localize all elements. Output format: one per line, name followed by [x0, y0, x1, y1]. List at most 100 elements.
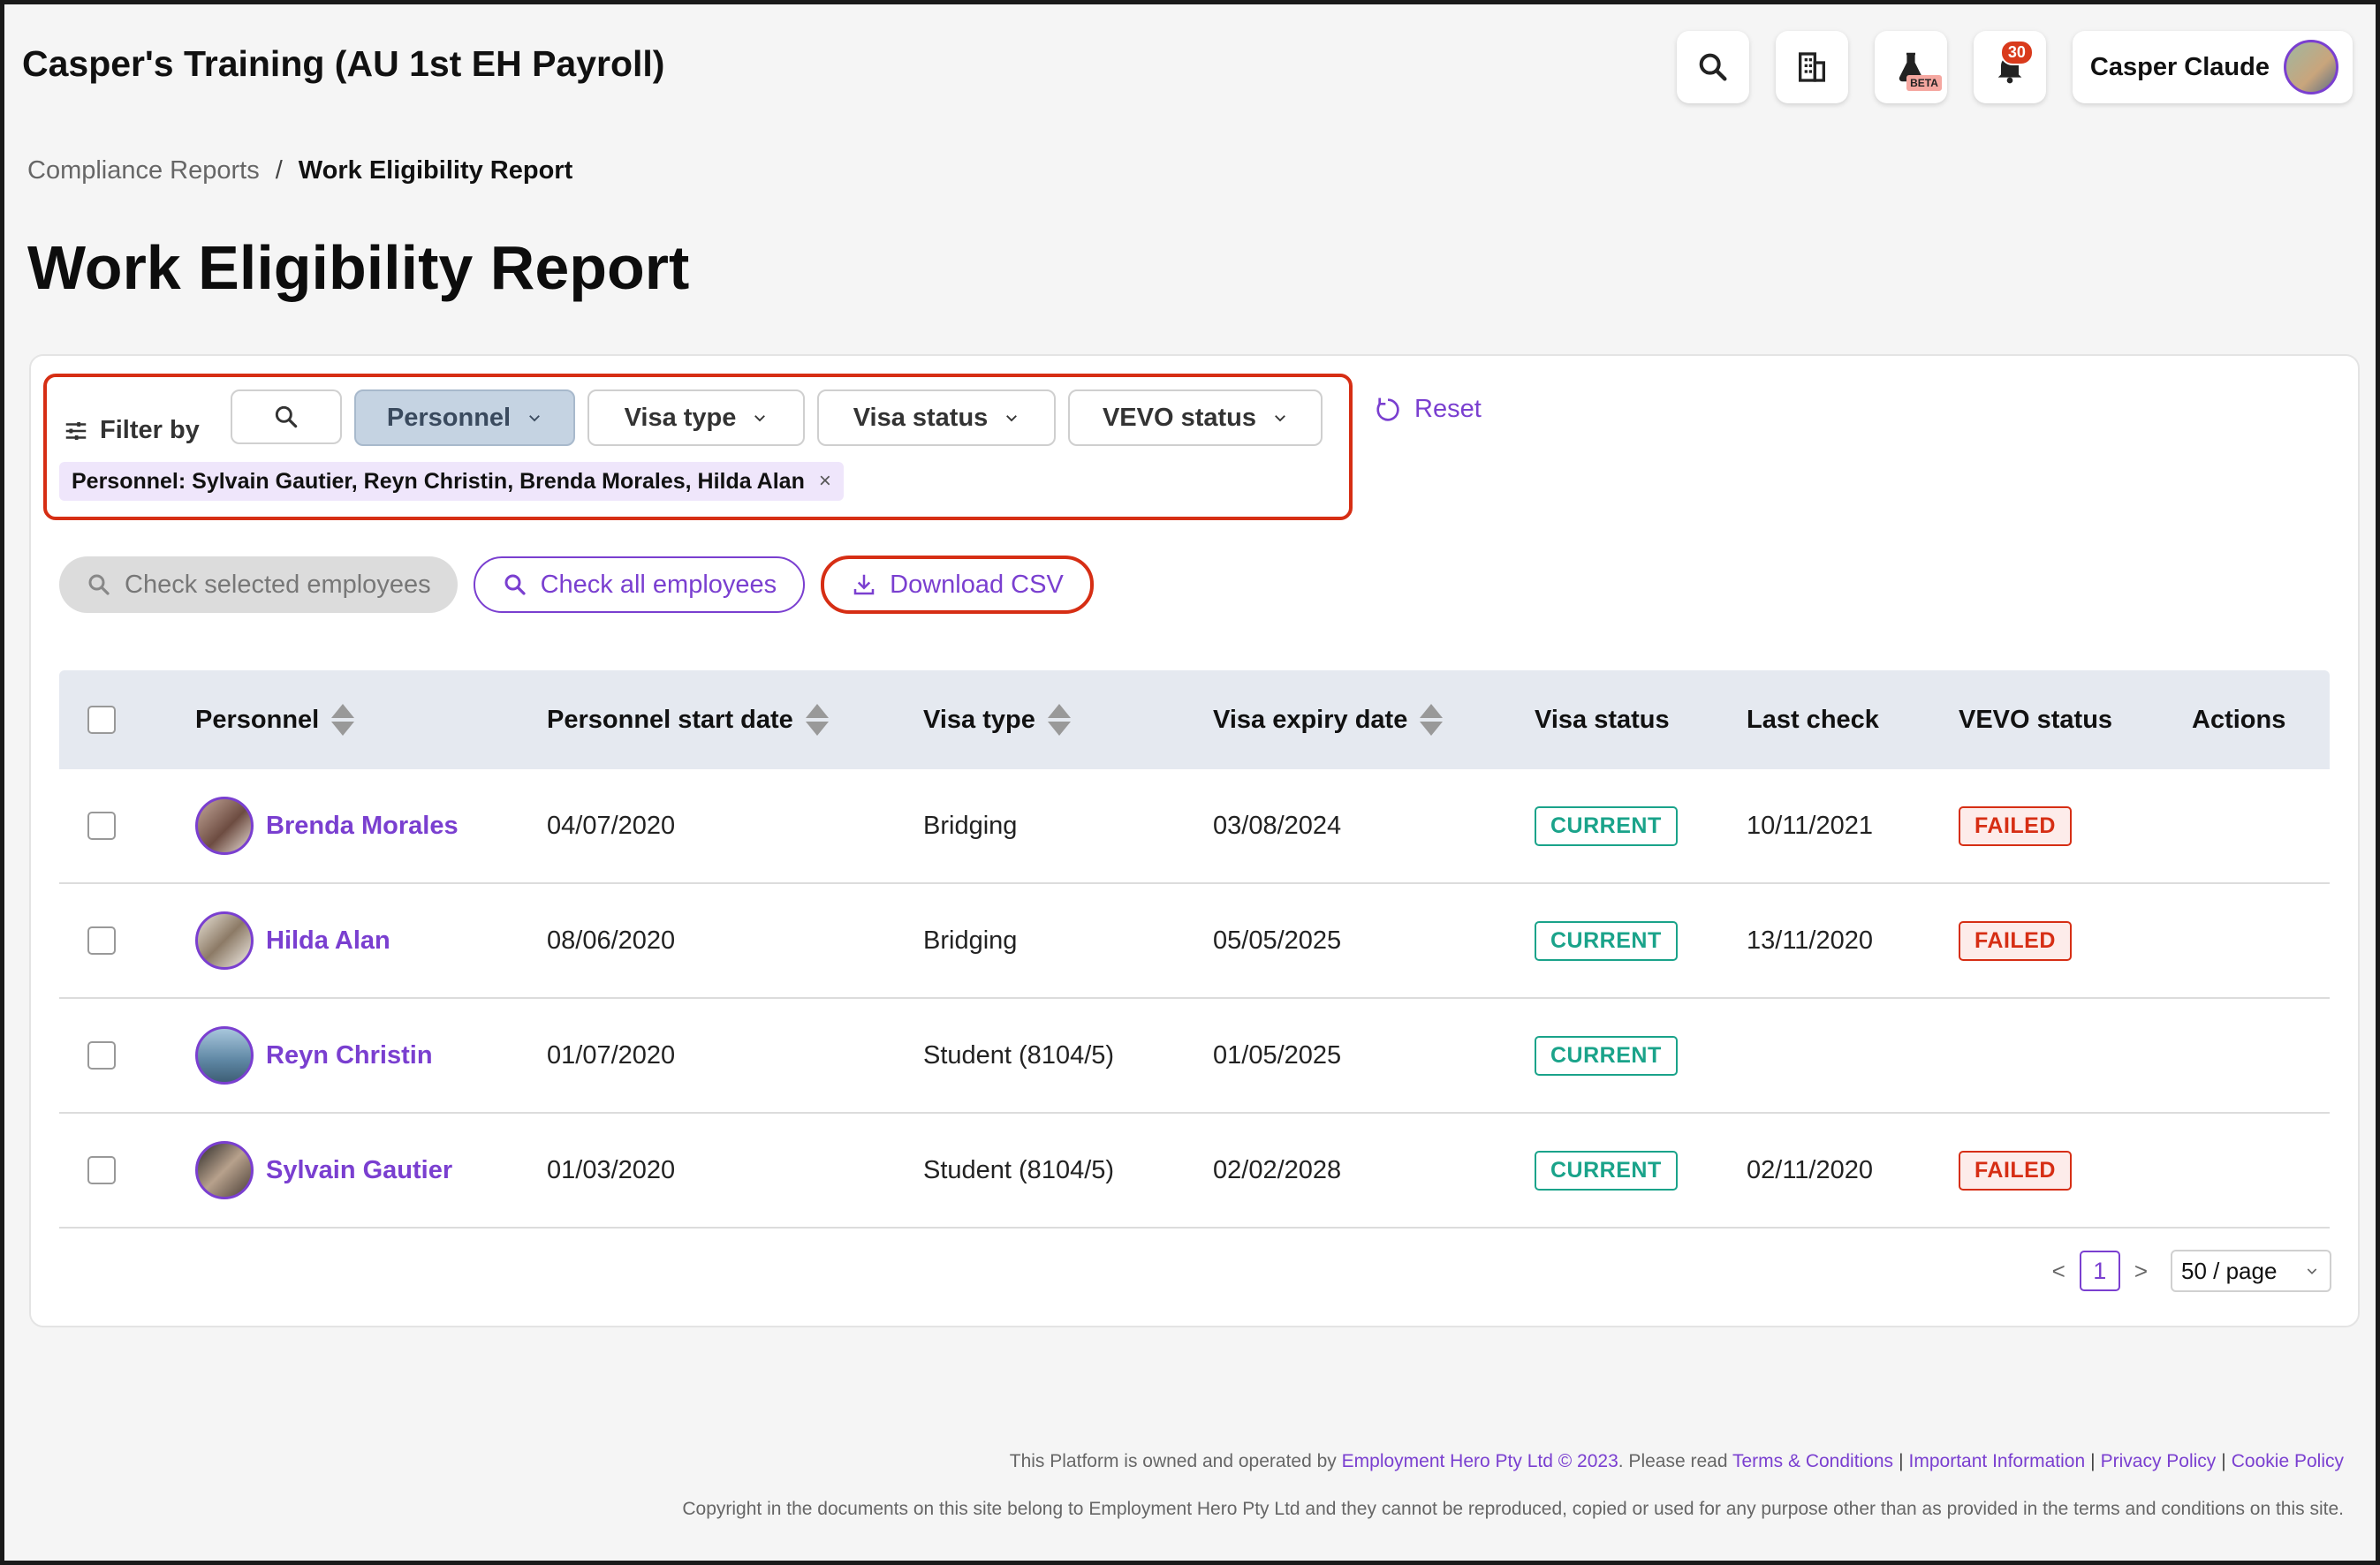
beta-badge: BETA	[1906, 75, 1942, 91]
start-date-cell: 01/03/2020	[547, 1155, 676, 1184]
filter-visa-status-dropdown[interactable]: Visa status	[817, 389, 1056, 446]
active-filter-chip-text: Personnel: Sylvain Gautier, Reyn Christi…	[72, 468, 805, 494]
breadcrumb: Compliance Reports / Work Eligibility Re…	[27, 156, 572, 185]
visa-expiry-cell: 03/08/2024	[1213, 811, 1342, 840]
footer-terms-link[interactable]: Terms & Conditions	[1732, 1451, 1893, 1471]
report-card: Filter by Personnel Visa type Visa statu…	[29, 354, 2360, 1327]
personnel-cell: Brenda Morales	[195, 797, 459, 855]
row-checkbox[interactable]	[87, 926, 116, 955]
action-row: Check selected employees Check all emplo…	[59, 556, 1110, 614]
row-checkbox[interactable]	[87, 1156, 116, 1184]
footer-company-link[interactable]: Employment Hero Pty Ltd © 2023	[1342, 1451, 1618, 1471]
search-icon	[275, 405, 298, 428]
column-header-visa-type[interactable]: Visa type	[923, 704, 1071, 736]
sort-icon[interactable]	[1047, 704, 1071, 736]
footer-copyright: Copyright in the documents on this site …	[682, 1499, 2344, 1519]
pagination: < 1 > 50 / page	[2038, 1250, 2331, 1292]
page-1-button[interactable]: 1	[2079, 1251, 2120, 1291]
table-row: Reyn Christin 01/07/2020 Student (8104/5…	[59, 999, 2330, 1114]
personnel-cell: Reyn Christin	[195, 1026, 433, 1085]
column-header-visa-status: Visa status	[1535, 705, 1670, 734]
visa-status-badge: CURRENT	[1535, 1150, 1678, 1191]
row-checkbox[interactable]	[87, 1041, 116, 1070]
column-header-label: Personnel	[195, 705, 320, 734]
row-checkbox[interactable]	[87, 812, 116, 840]
organisation-button[interactable]	[1775, 31, 1848, 103]
filter-search-button[interactable]	[231, 389, 342, 444]
sort-icon[interactable]	[1420, 704, 1444, 736]
column-header-visa-expiry[interactable]: Visa expiry date	[1213, 704, 1444, 736]
check-selected-employees-button[interactable]: Check selected employees	[59, 556, 458, 613]
last-check-cell: 13/11/2020	[1747, 926, 1873, 955]
column-header-personnel[interactable]: Personnel	[195, 704, 355, 736]
search-button[interactable]	[1676, 31, 1749, 103]
search-icon	[504, 574, 526, 595]
notification-count-badge: 30	[1999, 40, 2034, 65]
download-csv-button[interactable]: Download CSV	[821, 556, 1094, 614]
eligibility-table: Personnel Personnel start date Visa type…	[59, 670, 2330, 1229]
filter-vevo-status-dropdown[interactable]: VEVO status	[1068, 389, 1323, 446]
chevron-down-icon	[529, 415, 541, 422]
prev-page-button[interactable]: <	[2052, 1258, 2065, 1285]
filter-visa-type-label: Visa type	[624, 403, 737, 432]
labs-button[interactable]: BETA	[1874, 31, 1947, 103]
personnel-name-link[interactable]: Sylvain Gautier	[266, 1156, 452, 1185]
personnel-name-link[interactable]: Hilda Alan	[266, 926, 390, 956]
check-selected-label: Check selected employees	[125, 570, 431, 599]
column-header-label: Personnel start date	[547, 705, 793, 734]
breadcrumb-compliance-reports[interactable]: Compliance Reports	[27, 156, 260, 185]
reset-filters-button[interactable]: Reset	[1374, 395, 1482, 424]
filter-personnel-label: Personnel	[386, 403, 512, 432]
sort-icon[interactable]	[805, 704, 829, 736]
avatar	[195, 797, 254, 855]
breadcrumb-separator: /	[275, 156, 283, 185]
visa-expiry-cell: 01/05/2025	[1213, 1040, 1342, 1070]
personnel-name-link[interactable]: Brenda Morales	[266, 812, 459, 841]
select-all-checkbox[interactable]	[87, 706, 116, 734]
filter-vevo-status-label: VEVO status	[1102, 403, 1257, 432]
check-all-employees-button[interactable]: Check all employees	[473, 556, 806, 613]
footer-privacy-link[interactable]: Privacy Policy	[2101, 1451, 2217, 1471]
filter-personnel-dropdown[interactable]: Personnel	[354, 389, 575, 446]
footer-links: This Platform is owned and operated by E…	[1010, 1451, 2344, 1472]
page-title: Work Eligibility Report	[27, 233, 690, 302]
user-avatar	[2284, 40, 2338, 95]
footer-cookie-link[interactable]: Cookie Policy	[2232, 1451, 2344, 1471]
column-header-label: Visa type	[923, 705, 1035, 734]
column-header-actions: Actions	[2192, 705, 2286, 734]
notifications-button[interactable]: 30	[1973, 31, 2046, 103]
download-icon	[853, 574, 875, 595]
check-all-label: Check all employees	[540, 570, 777, 599]
personnel-name-link[interactable]: Reyn Christin	[266, 1041, 433, 1070]
visa-expiry-cell: 02/02/2028	[1213, 1155, 1342, 1184]
filter-label-text: Filter by	[100, 416, 200, 444]
page-size-select[interactable]: 50 / page	[2171, 1250, 2331, 1292]
visa-status-badge: CURRENT	[1535, 805, 1678, 846]
last-check-cell: 10/11/2021	[1747, 811, 1873, 840]
chevron-down-icon	[1275, 415, 1285, 422]
next-page-button[interactable]: >	[2134, 1258, 2148, 1285]
chip-close-icon[interactable]: ×	[819, 469, 831, 494]
table-row: Brenda Morales 04/07/2020 Bridging 03/08…	[59, 769, 2330, 884]
building-icon	[1798, 52, 1825, 82]
refresh-icon	[1376, 397, 1399, 421]
filter-visa-type-dropdown[interactable]: Visa type	[587, 389, 805, 446]
avatar	[195, 1141, 254, 1199]
filter-visa-status-label: Visa status	[853, 403, 989, 432]
table-header: Personnel Personnel start date Visa type…	[59, 670, 2330, 769]
visa-type-cell: Student (8104/5)	[923, 1155, 1115, 1184]
column-header-start-date[interactable]: Personnel start date	[547, 704, 829, 736]
chevron-down-icon	[1006, 415, 1018, 422]
personnel-cell: Hilda Alan	[195, 911, 390, 970]
footer-important-link[interactable]: Important Information	[1909, 1451, 2086, 1471]
user-menu-button[interactable]: Casper Claude	[2072, 31, 2353, 103]
sliders-icon	[65, 421, 87, 440]
personnel-cell: Sylvain Gautier	[195, 1141, 452, 1199]
visa-status-badge: CURRENT	[1535, 920, 1678, 961]
active-filter-chip: Personnel: Sylvain Gautier, Reyn Christi…	[59, 462, 844, 501]
chevron-down-icon	[754, 415, 766, 422]
top-toolbar: BETA 30 Casper Claude	[1676, 31, 2353, 103]
download-csv-label: Download CSV	[890, 570, 1064, 599]
app-title: Casper's Training (AU 1st EH Payroll)	[22, 43, 665, 84]
sort-icon[interactable]	[331, 704, 355, 736]
